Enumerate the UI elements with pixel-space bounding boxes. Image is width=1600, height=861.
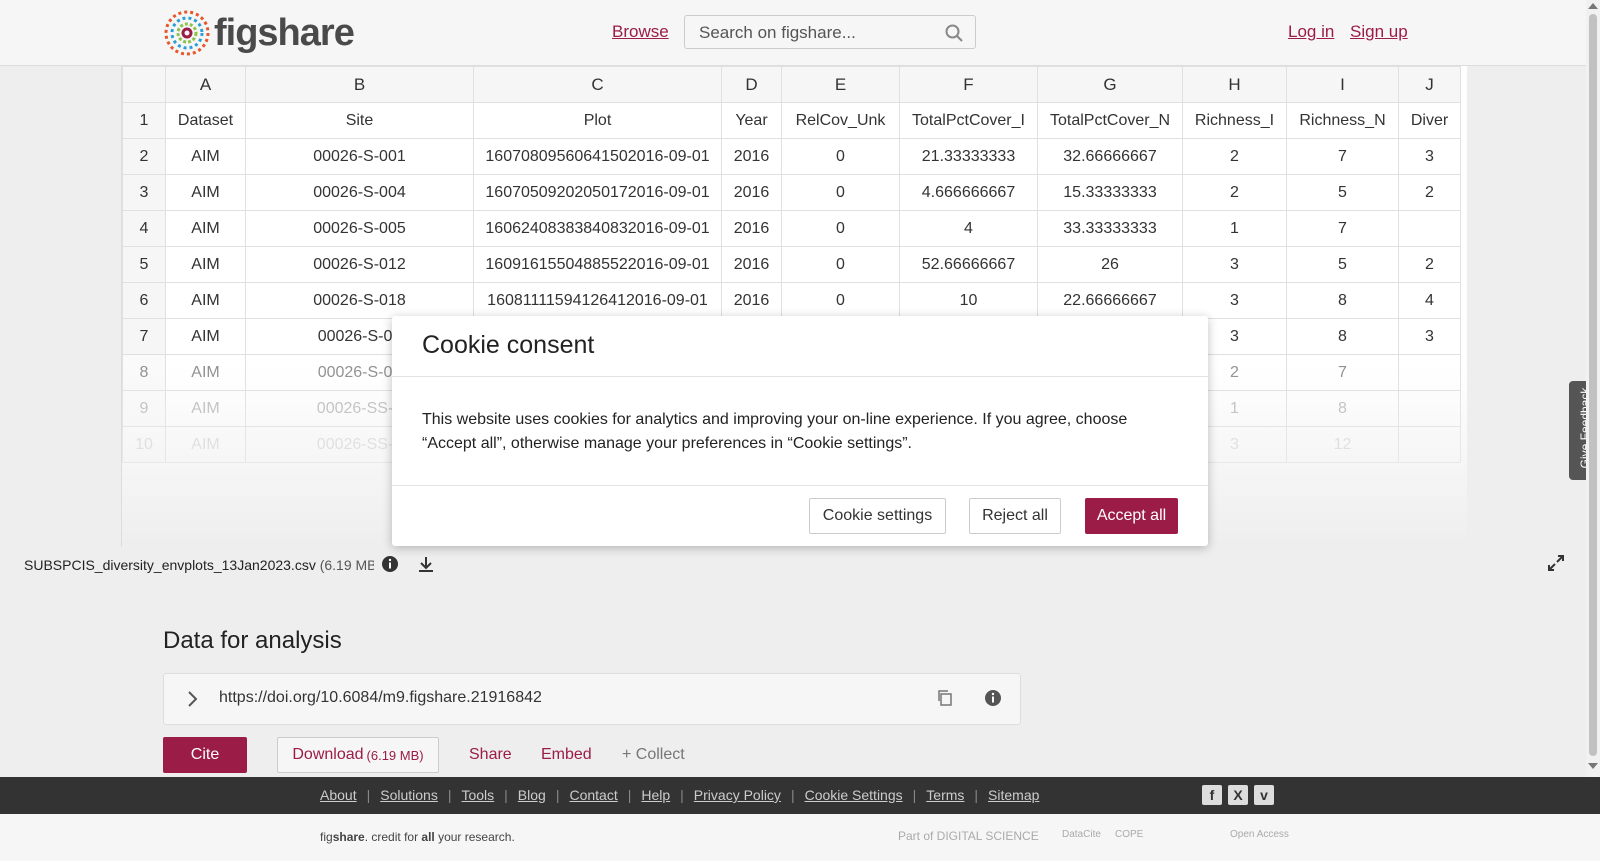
reject-all-button[interactable]: Reject all xyxy=(969,498,1061,534)
accept-all-button[interactable]: Accept all xyxy=(1085,498,1178,534)
cookie-dialog-body: This website uses cookies for analytics … xyxy=(422,411,1128,452)
cookie-settings-button[interactable]: Cookie settings xyxy=(809,498,946,534)
divider xyxy=(392,485,1208,486)
cookie-dialog-title: Cookie consent xyxy=(422,331,595,359)
cookie-consent-dialog: Cookie consent This website uses cookies… xyxy=(392,316,1208,546)
divider xyxy=(392,376,1208,377)
